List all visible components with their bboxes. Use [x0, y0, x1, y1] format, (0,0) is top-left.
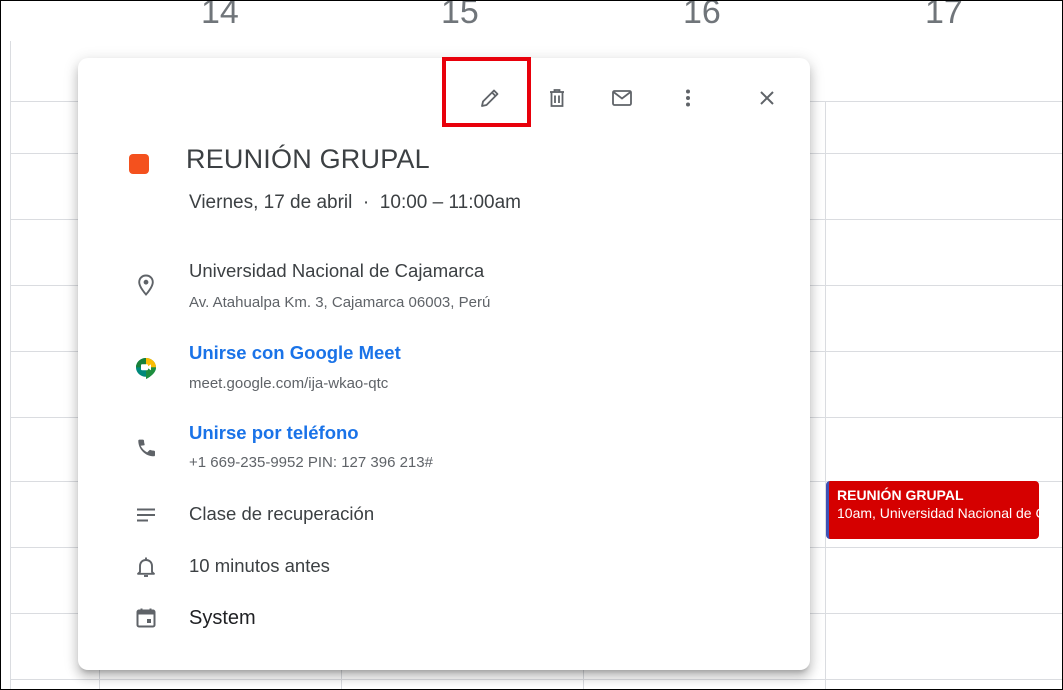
event-date-time: Viernes, 17 de abril · 10:00 – 11:00am	[189, 192, 522, 213]
envelope-icon	[612, 90, 632, 106]
day-number-15[interactable]: 15	[441, 1, 479, 32]
event-chip[interactable]: REUNIÓN GRUPAL 10am, Universidad Naciona…	[826, 481, 1039, 539]
calendar-name: System	[189, 607, 256, 629]
day-number-17[interactable]: 17	[925, 1, 963, 32]
location-name[interactable]: Universidad Nacional de Cajamarca	[189, 260, 484, 282]
close-icon	[760, 91, 774, 105]
meet-url[interactable]: meet.google.com/ija-wkao-qtc	[189, 375, 388, 392]
event-description: Clase de recuperación	[189, 503, 375, 524]
join-meet-link[interactable]: Unirse con Google Meet	[189, 342, 401, 364]
phone-details: +1 669-235-9952 PIN: 127 396 213#	[189, 454, 433, 471]
close-popup-button[interactable]	[747, 78, 787, 118]
location-address: Av. Atahualpa Km. 3, Cajamarca 06003, Pe…	[189, 294, 491, 311]
grid-column-divider	[825, 101, 826, 689]
bell-icon	[137, 557, 155, 577]
event-chip-subtitle: 10am, Universidad Nacional de Cajamarca	[837, 505, 1039, 521]
grid-line	[11, 679, 1062, 680]
description-icon	[137, 508, 155, 522]
email-guests-button[interactable]	[602, 78, 642, 118]
event-chip-title: REUNIÓN GRUPAL	[837, 487, 964, 503]
grid-divider	[10, 41, 11, 689]
pencil-icon	[481, 89, 499, 107]
event-color-swatch	[129, 154, 149, 174]
google-meet-icon	[136, 358, 156, 379]
join-phone-link[interactable]: Unirse por teléfono	[189, 422, 359, 444]
trash-icon	[550, 89, 564, 107]
event-title: REUNIÓN GRUPAL	[186, 144, 430, 174]
location-pin-icon	[138, 274, 154, 296]
edit-event-button[interactable]	[470, 78, 510, 118]
calendar-icon	[136, 608, 156, 628]
phone-icon	[138, 439, 155, 457]
day-number-14[interactable]: 14	[201, 1, 239, 32]
more-vert-icon	[686, 89, 690, 107]
event-details-popup: REUNIÓN GRUPAL Viernes, 17 de abril · 10…	[78, 58, 810, 670]
day-number-16[interactable]: 16	[683, 1, 721, 32]
delete-event-button[interactable]	[537, 78, 577, 118]
event-reminder: 10 minutos antes	[189, 555, 330, 576]
more-options-button[interactable]	[668, 78, 708, 118]
